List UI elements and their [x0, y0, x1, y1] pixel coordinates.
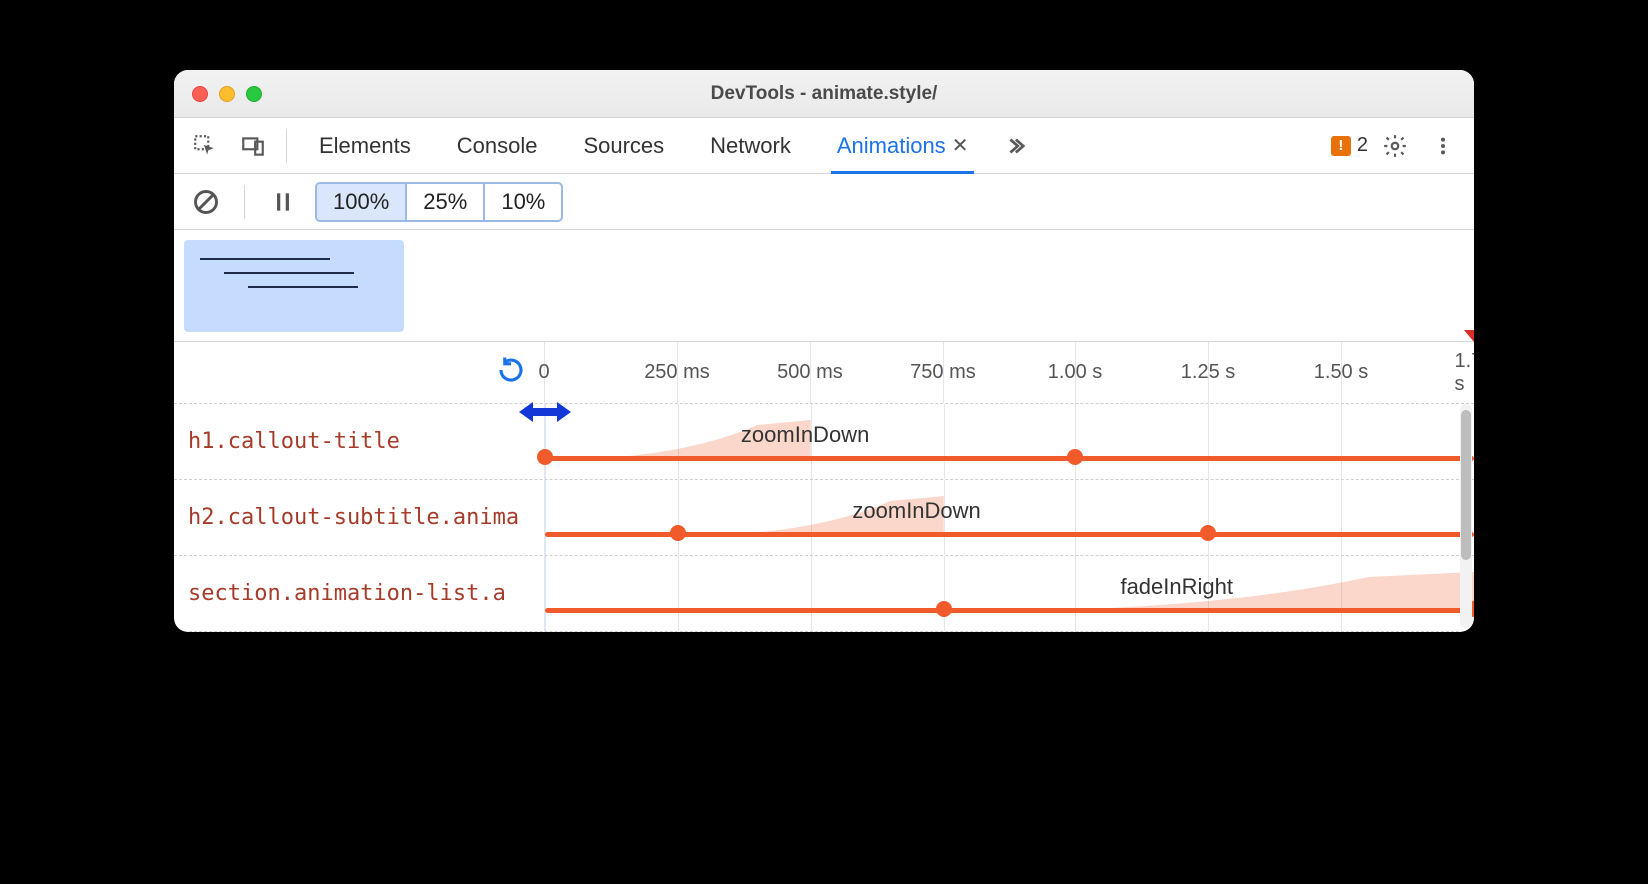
ruler-ticks[interactable]: 0250 ms500 ms750 ms1.00 s1.25 s1.50 s1.7… — [544, 342, 1474, 403]
animation-name: zoomInDown — [852, 498, 980, 524]
tab-animations[interactable]: Animations✕ — [817, 118, 989, 174]
element-selector[interactable]: section.animation-list.a — [174, 556, 544, 631]
element-selector[interactable]: h1.callout-title — [174, 404, 544, 479]
keyframe-handle[interactable] — [537, 449, 553, 465]
animations-toolbar: 100% 25% 10% — [174, 174, 1474, 230]
speed-100[interactable]: 100% — [317, 184, 407, 220]
speed-label: 10% — [501, 189, 545, 215]
ruler-tick: 1.50 s — [1314, 342, 1368, 403]
more-tabs-icon[interactable] — [994, 125, 1036, 167]
animation-bar[interactable] — [545, 608, 1474, 613]
tab-bar: Elements Console Sources Network Animati… — [174, 118, 1474, 174]
speed-label: 100% — [333, 189, 389, 215]
animation-group-strip — [174, 230, 1474, 342]
maximize-window-button[interactable] — [246, 86, 262, 102]
close-icon[interactable]: ✕ — [952, 133, 969, 158]
more-icon[interactable] — [1422, 125, 1464, 167]
ruler-tick: 1.75 s — [1455, 342, 1474, 403]
scrollbar-thumb[interactable] — [1461, 410, 1471, 560]
tab-console[interactable]: Console — [437, 118, 558, 174]
tab-label: Elements — [319, 133, 411, 159]
playhead-icon[interactable] — [515, 398, 575, 426]
devtools-window: DevTools - animate.style/ Elements Conso… — [174, 70, 1474, 632]
ruler-tick: 1.00 s — [1048, 342, 1102, 403]
tab-label: Console — [457, 133, 538, 159]
animation-row: section.animation-list.a fadeInRight — [174, 556, 1474, 632]
ruler-tick: 750 ms — [910, 342, 976, 403]
animation-name: zoomInDown — [741, 422, 869, 448]
keyframe-handle[interactable] — [1200, 525, 1216, 541]
tab-network[interactable]: Network — [690, 118, 811, 174]
speed-selector: 100% 25% 10% — [315, 182, 563, 222]
warning-count: 2 — [1357, 134, 1368, 157]
warning-icon: ! — [1331, 136, 1351, 156]
animation-row: h1.callout-title zoomInDown — [174, 404, 1474, 480]
speed-label: 25% — [423, 189, 467, 215]
replay-icon[interactable] — [496, 355, 526, 390]
timeline: 0 250 ms 500 ms 750 ms 1.00 s 1.25 s 1.50 s 1.7… — [174, 342, 1474, 632]
animation-track[interactable]: fadeInRight — [544, 556, 1474, 631]
animation-track[interactable]: zoomInDown — [544, 480, 1474, 555]
pause-icon[interactable] — [265, 184, 301, 220]
keyframe-handle[interactable] — [1067, 449, 1083, 465]
window-titlebar: DevTools - animate.style/ — [174, 70, 1474, 118]
tab-label: Sources — [583, 133, 664, 159]
tab-elements[interactable]: Elements — [299, 118, 431, 174]
animation-bar[interactable] — [545, 456, 1474, 461]
end-marker-icon — [1464, 330, 1474, 342]
inspect-element-icon[interactable] — [184, 125, 226, 167]
ruler-tick: 0 — [538, 342, 549, 403]
separator — [244, 185, 245, 219]
keyframe-handle[interactable] — [936, 601, 952, 617]
keyframe-handle[interactable] — [670, 525, 686, 541]
tab-label: Animations — [837, 133, 946, 159]
tab-label: Network — [710, 133, 791, 159]
separator — [286, 129, 287, 163]
ruler-tick: 500 ms — [777, 342, 843, 403]
timeline-ruler: 0 250 ms 500 ms 750 ms 1.00 s 1.25 s 1.50 s 1.7… — [174, 342, 1474, 404]
ruler-tick: 250 ms — [644, 342, 710, 403]
window-controls — [192, 86, 262, 102]
ruler-tick: 1.25 s — [1181, 342, 1235, 403]
animation-name: fadeInRight — [1120, 574, 1233, 600]
device-toggle-icon[interactable] — [232, 125, 274, 167]
animation-track[interactable]: zoomInDown — [544, 404, 1474, 479]
animation-group-thumb[interactable] — [184, 240, 404, 332]
speed-10[interactable]: 10% — [485, 184, 561, 220]
element-selector[interactable]: h2.callout-subtitle.anima — [174, 480, 544, 555]
animation-rows: h1.callout-titlezoomInDownh2.callout-sub… — [174, 404, 1474, 632]
scrollbar[interactable] — [1460, 404, 1472, 628]
speed-25[interactable]: 25% — [407, 184, 485, 220]
settings-icon[interactable] — [1374, 125, 1416, 167]
close-window-button[interactable] — [192, 86, 208, 102]
minimize-window-button[interactable] — [219, 86, 235, 102]
animation-row: h2.callout-subtitle.anima zoomInDown — [174, 480, 1474, 556]
warnings-badge[interactable]: ! 2 — [1331, 134, 1368, 157]
clear-icon[interactable] — [188, 184, 224, 220]
tab-sources[interactable]: Sources — [563, 118, 684, 174]
window-title: DevTools - animate.style/ — [174, 83, 1474, 105]
